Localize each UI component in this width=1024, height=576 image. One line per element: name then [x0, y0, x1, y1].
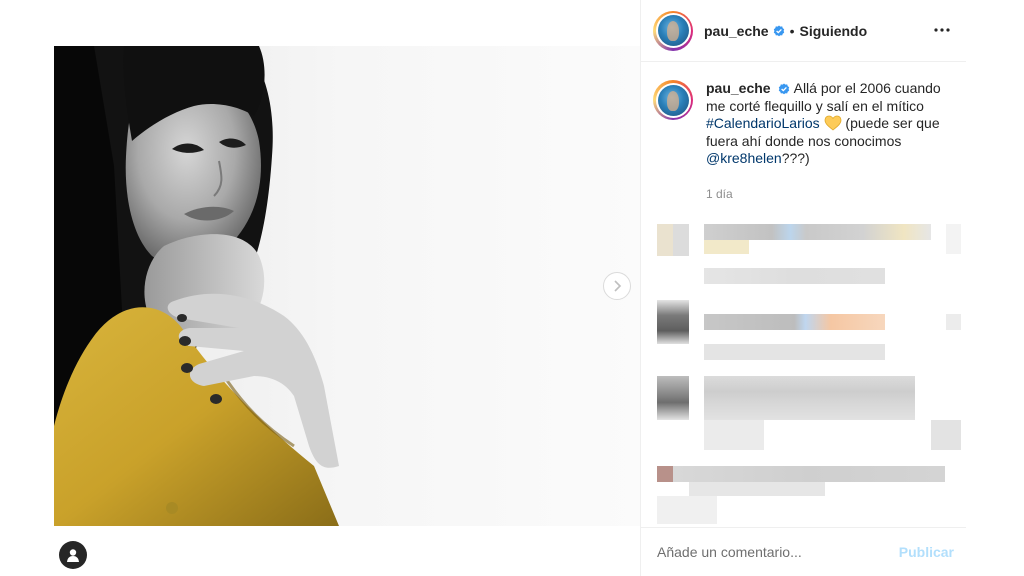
portrait-image — [54, 46, 640, 526]
post-photo[interactable] — [54, 46, 640, 526]
post-header: pau_eche • Siguiendo — [641, 0, 966, 62]
verified-badge-icon — [773, 25, 784, 36]
caption-body-3: ???) — [781, 150, 810, 167]
publish-button[interactable]: Publicar — [899, 544, 954, 560]
author-avatar[interactable] — [653, 10, 693, 51]
comment-avatar-pixelated — [657, 300, 689, 344]
caption-text: pau_eche Allá por el 2006 cuando me cort… — [706, 80, 953, 168]
user-silhouette-icon — [67, 549, 79, 562]
caption-author-avatar[interactable] — [653, 80, 693, 120]
caption-username[interactable]: pau_eche — [706, 80, 771, 96]
comment-text-pixelated — [673, 466, 945, 482]
comment-text-pixelated — [704, 314, 885, 330]
comment-input[interactable] — [657, 544, 899, 560]
author-username[interactable]: pau_eche — [704, 23, 769, 39]
yellow-heart-icon — [824, 115, 841, 131]
comment-text-pixelated — [704, 240, 749, 254]
post-caption: pau_eche Allá por el 2006 cuando me cort… — [653, 80, 953, 168]
post-media — [0, 0, 640, 576]
comment-meta-pixelated — [946, 224, 961, 254]
hashtag-link[interactable]: #CalendarioLarios — [706, 115, 820, 131]
separator-dot: • — [789, 22, 795, 39]
more-options-button[interactable] — [930, 18, 954, 42]
comment-meta-pixelated — [946, 314, 961, 330]
comment-avatar-pixelated — [657, 224, 689, 256]
following-button[interactable]: Siguiendo — [800, 23, 868, 39]
comment-meta-pixelated — [689, 482, 825, 496]
comment-meta-pixelated — [704, 344, 885, 360]
comment-meta-pixelated — [704, 420, 764, 450]
comment-meta-pixelated — [704, 268, 885, 284]
post-sidebar: pau_eche • Siguiendo pau_eche Allá por e… — [640, 0, 966, 576]
comment-meta-pixelated — [931, 420, 961, 450]
tagged-user-icon[interactable] — [59, 541, 87, 569]
chevron-right-icon — [614, 280, 622, 292]
comment-avatar-pixelated — [657, 376, 689, 420]
add-comment-bar: Publicar — [641, 527, 966, 576]
comment-text-pixelated — [704, 376, 915, 420]
mention-link[interactable]: @kre8helen — [706, 150, 782, 166]
comment-meta-pixelated — [657, 496, 717, 524]
more-options-icon — [934, 28, 950, 32]
verified-badge-icon — [779, 83, 790, 95]
comment-avatar-pixelated — [657, 466, 673, 482]
comment-text-pixelated — [704, 224, 931, 240]
next-slide-button[interactable] — [603, 272, 631, 300]
post-timestamp[interactable]: 1 día — [706, 187, 733, 201]
